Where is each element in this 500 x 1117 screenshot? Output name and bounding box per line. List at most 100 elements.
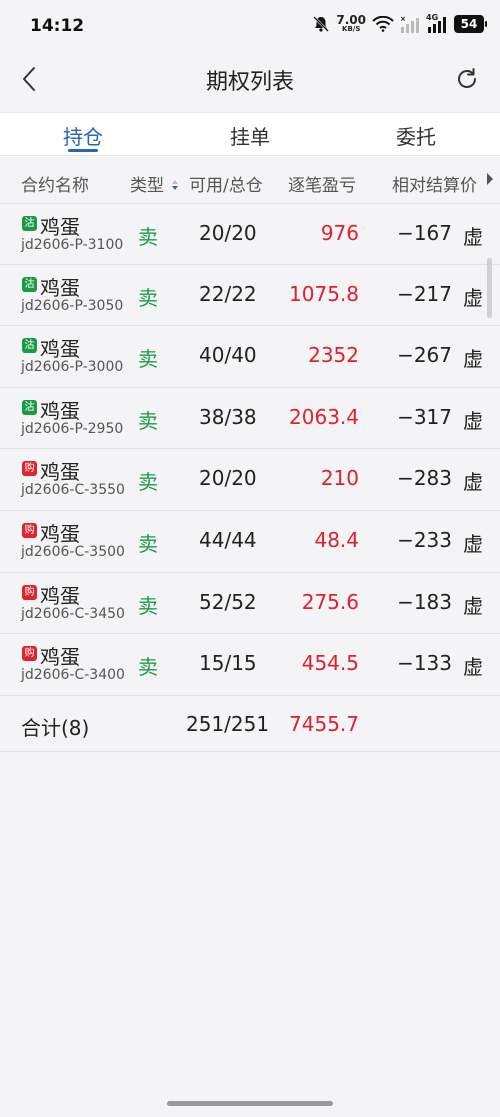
status-time: 14:12 [30, 16, 85, 36]
row-type: 卖 [138, 286, 158, 310]
column-header-contract: 合约名称 [21, 176, 89, 196]
row-relative: −317 [397, 405, 452, 429]
row-moneyness: 虚 [463, 347, 483, 371]
row-pnl: 2063.4 [289, 405, 359, 429]
call-tag-icon: 购 [22, 646, 37, 661]
row-pnl: 454.5 [301, 651, 359, 675]
put-tag-icon: 沽 [22, 216, 37, 231]
row-name: 鸡蛋 [40, 276, 80, 300]
table-header: 合约名称 类型 可用/总仓 逐笔盈亏 相对结算价 [0, 157, 500, 204]
column-header-relative: 相对结算价 [392, 176, 477, 196]
refresh-button[interactable] [450, 62, 484, 96]
tab-active-indicator [68, 149, 98, 152]
tab-pending-orders[interactable]: 挂单 [230, 121, 270, 150]
row-relative: −167 [397, 221, 452, 245]
row-relative: −217 [397, 282, 452, 306]
row-name: 鸡蛋 [40, 645, 80, 669]
row-qty: 20/20 [199, 466, 257, 490]
scrollbar[interactable] [487, 258, 492, 318]
row-qty: 15/15 [199, 651, 257, 675]
row-code: jd2606-C-3450 [21, 606, 125, 622]
row-code: jd2606-P-3050 [21, 298, 124, 314]
sort-icon [172, 180, 179, 190]
row-pnl: 48.4 [314, 528, 359, 552]
row-code: jd2606-P-2950 [21, 421, 124, 437]
row-name: 鸡蛋 [40, 215, 80, 239]
nav-bar: 期权列表 [0, 56, 500, 102]
tab-orders[interactable]: 委托 [396, 121, 436, 150]
total-qty: 251/251 [186, 712, 270, 736]
put-tag-icon: 沽 [22, 338, 37, 353]
row-type: 卖 [138, 470, 158, 494]
row-pnl: 210 [320, 466, 359, 490]
row-type: 卖 [138, 655, 158, 679]
row-qty: 20/20 [199, 221, 257, 245]
row-relative: −267 [397, 343, 452, 367]
row-moneyness: 虚 [463, 470, 483, 494]
table-row[interactable]: 购 鸡蛋 jd2606-C-3500 卖 44/44 48.4 −233 虚 [0, 510, 500, 571]
row-pnl: 275.6 [301, 590, 359, 614]
net-speed: 7.00 KB/S [336, 14, 366, 33]
column-header-pnl: 逐笔盈亏 [288, 176, 356, 196]
column-header-type-label: 类型 [130, 176, 164, 196]
table-row[interactable]: 沽 鸡蛋 jd2606-P-3000 卖 40/40 2352 −267 虚 [0, 325, 500, 386]
row-qty: 38/38 [199, 405, 257, 429]
row-name: 鸡蛋 [40, 584, 80, 608]
total-row: 合计(8) 251/251 7455.7 [0, 695, 500, 752]
status-bar: 14:12 7.00 KB/S × 4G 54 [0, 0, 500, 56]
caret-right-icon[interactable] [486, 172, 494, 186]
row-moneyness: 虚 [463, 655, 483, 679]
home-indicator[interactable] [167, 1101, 333, 1106]
table-row[interactable]: 沽 鸡蛋 jd2606-P-2950 卖 38/38 2063.4 −317 虚 [0, 387, 500, 448]
row-name: 鸡蛋 [40, 460, 80, 484]
refresh-icon [458, 68, 476, 88]
row-type: 卖 [138, 225, 158, 249]
total-pnl: 7455.7 [289, 712, 359, 736]
row-qty: 44/44 [199, 528, 257, 552]
table-row[interactable]: 购 鸡蛋 jd2606-C-3400 卖 15/15 454.5 −133 虚 [0, 633, 500, 694]
row-relative: −233 [397, 528, 452, 552]
mute-bell-icon [313, 15, 330, 32]
page-title: 期权列表 [205, 70, 294, 95]
row-moneyness: 虚 [463, 532, 483, 556]
row-name: 鸡蛋 [40, 337, 80, 361]
call-tag-icon: 购 [22, 585, 37, 600]
put-tag-icon: 沽 [22, 400, 37, 415]
row-moneyness: 虚 [463, 286, 483, 310]
net-speed-unit: KB/S [342, 25, 361, 33]
put-tag-icon: 沽 [22, 277, 37, 292]
row-code: jd2606-P-3100 [21, 237, 124, 253]
table-row[interactable]: 沽 鸡蛋 jd2606-P-3050 卖 22/22 1075.8 −217 虚 [0, 264, 500, 325]
row-code: jd2606-P-3000 [21, 359, 124, 375]
row-type: 卖 [138, 532, 158, 556]
signal-bars-icon [428, 16, 446, 33]
status-icons: 7.00 KB/S × 4G 54 [312, 13, 487, 33]
tab-positions[interactable]: 持仓 [63, 121, 103, 150]
row-relative: −183 [397, 590, 452, 614]
column-header-type[interactable]: 类型 [130, 171, 179, 196]
row-code: jd2606-C-3500 [21, 544, 125, 560]
battery-icon: 54 [454, 14, 487, 33]
row-type: 卖 [138, 347, 158, 371]
row-code: jd2606-C-3400 [21, 667, 125, 683]
row-qty: 40/40 [199, 343, 257, 367]
row-name: 鸡蛋 [40, 522, 80, 546]
column-header-qty: 可用/总仓 [189, 176, 263, 196]
total-label: 合计(8) [21, 716, 90, 740]
row-type: 卖 [138, 594, 158, 618]
row-moneyness: 虚 [463, 594, 483, 618]
table-row[interactable]: 购 鸡蛋 jd2606-C-3450 卖 52/52 275.6 −183 虚 [0, 572, 500, 633]
table-row[interactable]: 沽 鸡蛋 jd2606-P-3100 卖 20/20 976 −167 虚 [0, 203, 500, 264]
row-pnl: 976 [320, 221, 359, 245]
wifi-icon [372, 15, 394, 32]
row-relative: −133 [397, 651, 452, 675]
row-pnl: 2352 [308, 343, 359, 367]
svg-text:×: × [400, 15, 406, 23]
row-qty: 52/52 [199, 590, 257, 614]
row-moneyness: 虚 [463, 409, 483, 433]
row-code: jd2606-C-3550 [21, 482, 125, 498]
call-tag-icon: 购 [22, 523, 37, 538]
table-row[interactable]: 购 鸡蛋 jd2606-C-3550 卖 20/20 210 −283 虚 [0, 448, 500, 509]
signal-x-icon: × [400, 15, 419, 33]
row-moneyness: 虚 [463, 225, 483, 249]
